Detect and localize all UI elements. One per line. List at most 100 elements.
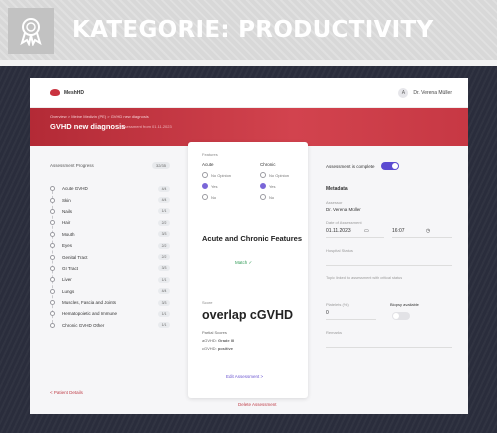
step-dot-icon xyxy=(50,311,55,317)
assessment-progress: Assessment Progress 32/35 Acute GVHD 4/4 … xyxy=(50,162,170,331)
progress-step[interactable]: GI Tract 3/3 xyxy=(50,263,170,274)
section-title: Acute and Chronic Features xyxy=(202,234,303,243)
platelets-input[interactable]: 0 xyxy=(326,310,376,320)
award-ribbon-icon xyxy=(20,18,42,46)
step-count: 1/1 xyxy=(158,310,170,317)
assessment-card: Features Acute Chronic No Opinion Yes No… xyxy=(188,142,308,398)
progress-steps: Acute GVHD 4/4 Skin 4/4 Nails 1/1 Hair 2/2 M… xyxy=(50,183,170,331)
breadcrumb[interactable]: Overview > Meine Medizin (PE) > GVHD new… xyxy=(50,114,149,119)
delete-assessment-link[interactable]: Delete Assessment xyxy=(238,402,277,407)
chronic-no-opinion-radio[interactable]: No Opinion xyxy=(260,172,289,178)
category-banner: KATEGORIE: PRODUCTIVITY xyxy=(0,0,497,60)
page-subtitle: Assessment from 01.11.2023 xyxy=(120,124,172,129)
progress-step[interactable]: Genital Tract 2/2 xyxy=(50,251,170,262)
time-value: 16:07 xyxy=(392,228,405,234)
banner-title: KATEGORIE: PRODUCTIVITY xyxy=(72,17,434,43)
complete-toggle[interactable] xyxy=(380,162,399,170)
step-dot-icon xyxy=(50,277,55,283)
step-dot-icon xyxy=(50,231,55,237)
progress-step[interactable]: Muscles, Fascia and Joints 3/3 xyxy=(50,297,170,308)
progress-title: Assessment Progress xyxy=(50,163,94,168)
progress-total: 32/35 xyxy=(151,162,170,169)
step-count: 4/4 xyxy=(158,185,170,192)
user-menu[interactable]: A Dr. Verena Müller xyxy=(398,88,452,98)
progress-step[interactable]: Mouth 3/3 xyxy=(50,229,170,240)
radio-label: No Opinion xyxy=(211,172,232,178)
remarks-input[interactable] xyxy=(326,338,452,348)
step-label: Muscles, Fascia and Joints xyxy=(62,300,117,306)
progress-step[interactable]: Nails 1/1 xyxy=(50,206,170,217)
acute-yes-radio[interactable]: Yes xyxy=(202,183,218,189)
radio-circle-icon xyxy=(260,194,266,200)
step-count: 1/1 xyxy=(158,276,170,283)
step-dot-icon xyxy=(50,197,55,203)
match-indicator: Match ✓ xyxy=(235,260,253,265)
date-value: 01.11.2023 xyxy=(326,228,351,234)
radio-circle-icon xyxy=(202,194,208,200)
step-count: 4/4 xyxy=(158,197,170,204)
result-title: overlap cGVHD xyxy=(202,308,294,322)
partial-scores-label: Partial Scores xyxy=(202,330,227,335)
progress-step[interactable]: Lungs 4/4 xyxy=(50,286,170,297)
progress-step[interactable]: Liver 1/1 xyxy=(50,274,170,285)
agvhd-label: aGVHD: xyxy=(202,338,217,343)
app-screen: MeshHD A Dr. Verena Müller Overview > Me… xyxy=(30,78,468,414)
step-count: 4/4 xyxy=(158,288,170,295)
progress-step[interactable]: Eyes 2/2 xyxy=(50,240,170,251)
hospital-status-input[interactable] xyxy=(326,256,452,266)
progress-step[interactable]: Hair 2/2 xyxy=(50,217,170,228)
progress-step[interactable]: Chronic GVHD Other 1/1 xyxy=(50,320,170,331)
step-label: Lungs xyxy=(62,288,75,294)
logo-text: MeshHD xyxy=(64,89,85,96)
acute-no-radio[interactable]: No xyxy=(202,194,216,200)
acute-no-opinion-radio[interactable]: No Opinion xyxy=(202,172,231,178)
progress-step[interactable]: Acute GVHD 4/4 xyxy=(50,183,170,194)
chronic-yes-radio[interactable]: Yes xyxy=(260,183,276,189)
biopsy-toggle[interactable] xyxy=(392,312,410,320)
step-label: Nails xyxy=(62,208,73,214)
radio-circle-icon xyxy=(260,183,266,189)
radio-label: No xyxy=(269,194,275,200)
patient-details-link[interactable]: < Patient Details xyxy=(50,390,83,395)
date-input[interactable]: 01.11.2023 ▭ xyxy=(326,228,384,238)
date-label: Date of Assessment xyxy=(326,220,362,225)
hospital-status-label: Hospital Status xyxy=(326,248,353,253)
step-label: Mouth xyxy=(62,231,75,237)
step-label: Liver xyxy=(62,277,72,283)
features-label: Features xyxy=(202,152,218,157)
info-text: Topic linked to assessment with critical… xyxy=(326,276,403,280)
step-count: 2/2 xyxy=(158,254,170,261)
progress-step[interactable]: Hematopoietic and Immune 1/1 xyxy=(50,308,170,319)
radio-circle-icon xyxy=(202,172,208,178)
radio-label: Yes xyxy=(269,183,276,189)
step-dot-icon xyxy=(50,254,55,260)
user-name: Dr. Verena Müller xyxy=(413,90,452,96)
step-dot-icon xyxy=(50,265,55,271)
step-label: Eyes xyxy=(62,243,73,249)
step-count: 1/1 xyxy=(158,322,170,329)
step-dot-icon xyxy=(50,186,55,192)
radio-label: Yes xyxy=(211,183,218,189)
radio-circle-icon xyxy=(260,172,266,178)
radio-label: No Opinion xyxy=(269,172,290,178)
agvhd-row: aGVHD: Grade III xyxy=(202,338,234,343)
calendar-icon: ▭ xyxy=(364,228,369,234)
progress-step[interactable]: Skin 4/4 xyxy=(50,194,170,205)
edit-assessment-link[interactable]: Edit Assessment > xyxy=(226,374,263,379)
complete-label: Assessment is complete xyxy=(326,163,375,169)
metadata-title: Metadata xyxy=(326,186,348,192)
agvhd-value: Grade III xyxy=(218,338,235,343)
step-label: Skin xyxy=(62,197,71,203)
step-dot-icon xyxy=(50,300,55,306)
app-logo[interactable]: MeshHD xyxy=(50,89,84,96)
step-label: Chronic GVHD Other xyxy=(62,322,105,328)
time-input[interactable]: 16:07 ◷ xyxy=(392,228,452,238)
step-label: Hair xyxy=(62,220,71,226)
app-header: MeshHD A Dr. Verena Müller xyxy=(30,78,468,108)
page-title: GVHD new diagnosis xyxy=(50,122,126,131)
step-count: 3/3 xyxy=(158,231,170,238)
step-count: 2/2 xyxy=(158,219,170,226)
cgvhd-label: cGVHD: xyxy=(202,346,217,351)
step-dot-icon xyxy=(50,208,55,214)
chronic-no-radio[interactable]: No xyxy=(260,194,274,200)
